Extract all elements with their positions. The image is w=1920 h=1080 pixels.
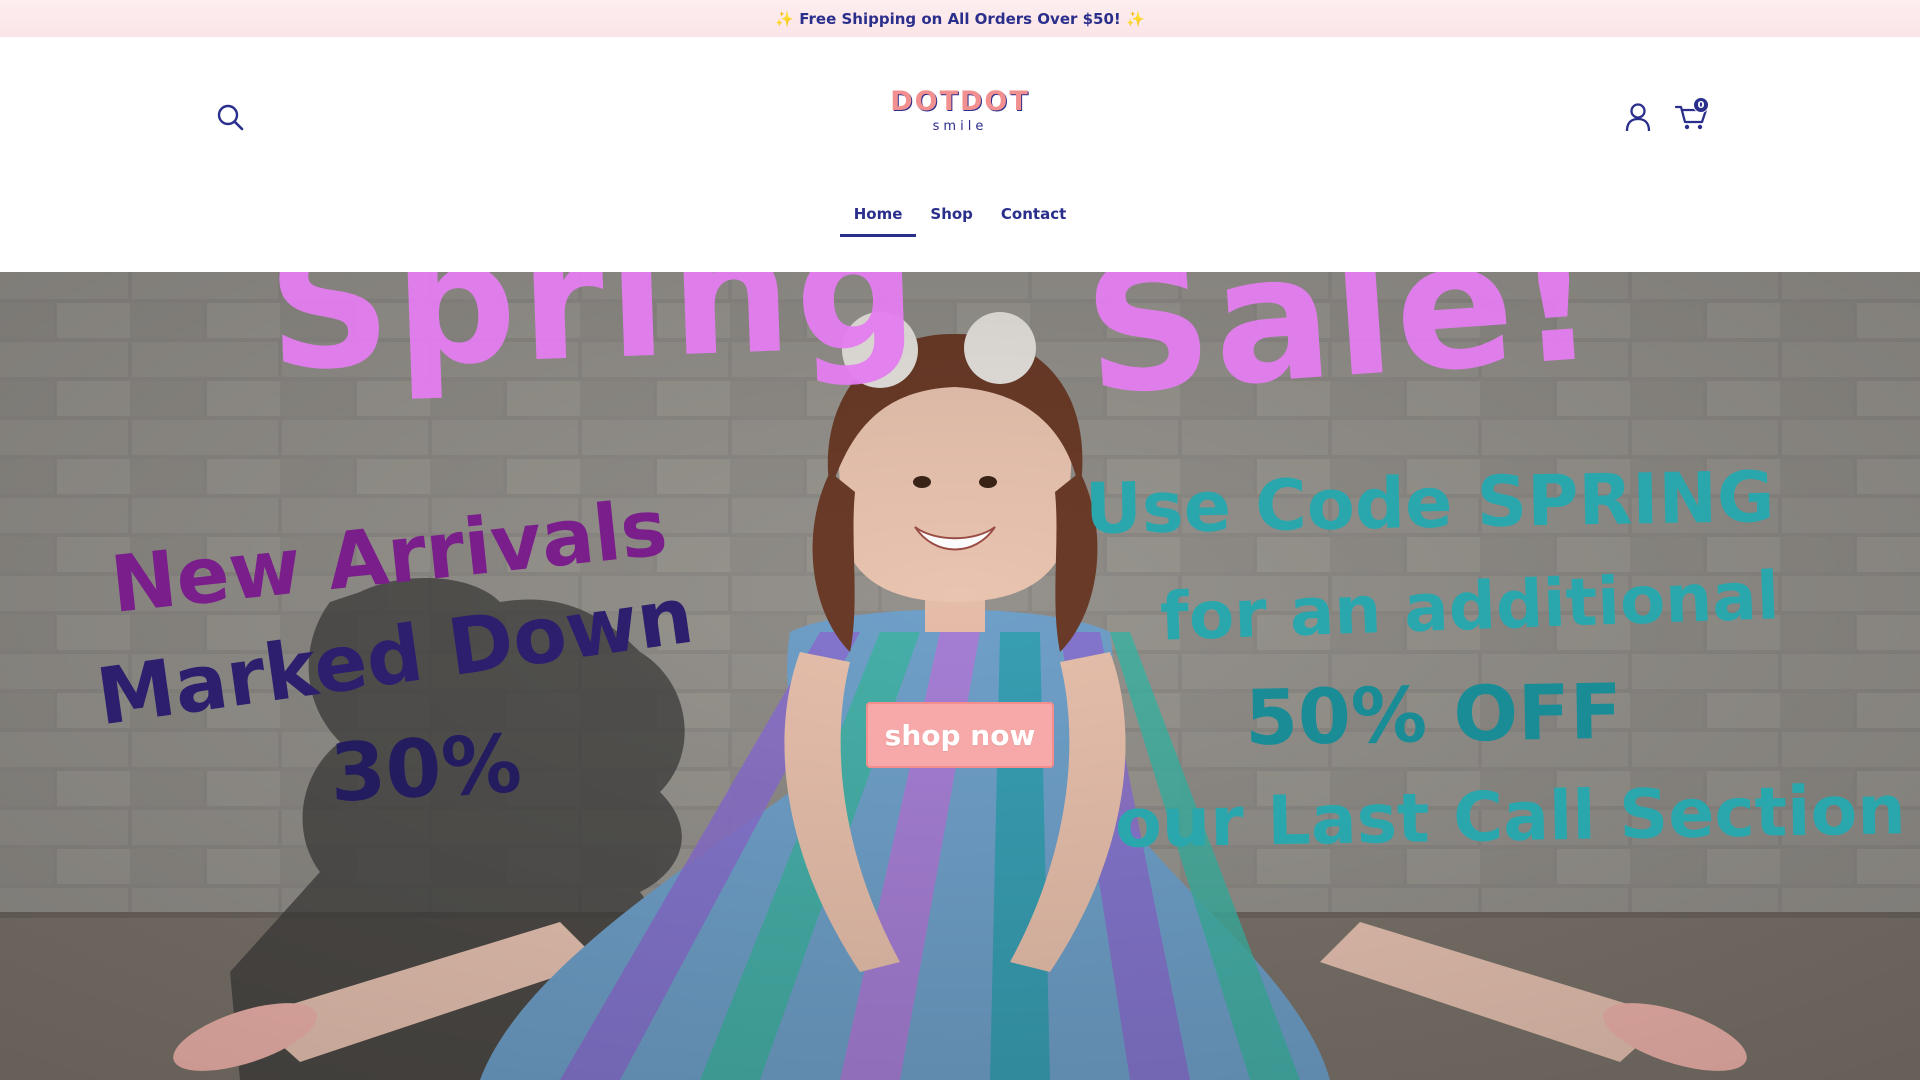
search-button[interactable]	[212, 99, 248, 135]
hero-headline-spring: Spring	[264, 272, 925, 410]
search-icon	[217, 104, 244, 131]
promo-right-line-1: Use Code SPRING	[1084, 455, 1776, 551]
main-nav: Home Shop Contact	[0, 197, 1920, 241]
nav-item-shop[interactable]: Shop	[916, 197, 987, 241]
user-icon	[1625, 103, 1651, 132]
site-header: DOTDOT smile 0 Home Shop Contact	[0, 37, 1920, 272]
logo-tagline: smile	[932, 119, 988, 134]
cart-button[interactable]: 0	[1672, 97, 1712, 135]
promo-right-line-3: 50% OFF	[1244, 666, 1623, 763]
announcement-bar: ✨ Free Shipping on All Orders Over $50! …	[0, 0, 1920, 37]
cart-count-badge: 0	[1693, 97, 1709, 113]
announcement-text: ✨ Free Shipping on All Orders Over $50! …	[775, 9, 1145, 28]
shop-now-button[interactable]: shop now	[866, 702, 1054, 768]
account-button[interactable]	[1621, 99, 1655, 135]
nav-item-contact[interactable]: Contact	[987, 197, 1080, 241]
hero-banner[interactable]: Spring Sale! New Arrivals Marked Down 30…	[0, 272, 1920, 1080]
promo-left-line-3: 30%	[327, 717, 524, 820]
promo-right-line-4: our Last Call Section	[1114, 771, 1907, 864]
nav-item-home[interactable]: Home	[839, 197, 917, 241]
site-logo[interactable]: DOTDOT smile	[880, 87, 1040, 147]
logo-wordmark: DOTDOT	[890, 86, 1030, 117]
